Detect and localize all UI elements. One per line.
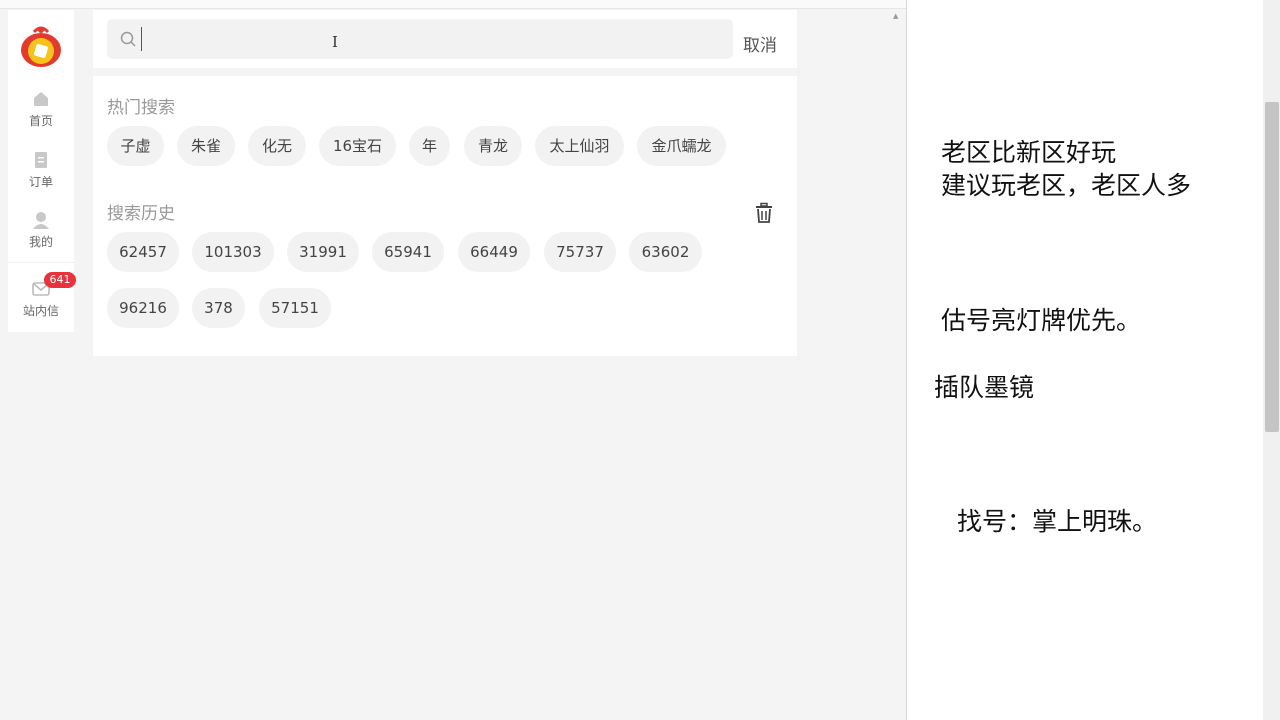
history-item[interactable]: 96216 — [107, 288, 179, 328]
sidebar-item-label: 首页 — [28, 114, 53, 128]
trash-icon[interactable] — [753, 202, 775, 224]
note-line: 老区比新区好玩 — [941, 138, 1117, 167]
note-line: 找号：掌上明珠。 — [957, 507, 1158, 536]
hot-search-title: 热门搜索 — [107, 98, 175, 118]
sidebar-item-home[interactable]: 首页 — [8, 90, 74, 129]
note-line: 估号亮灯牌优先。 — [941, 306, 1142, 335]
sidebar-item-orders[interactable]: 订单 — [8, 151, 74, 190]
history-item[interactable]: 57151 — [259, 288, 331, 328]
hot-tag[interactable]: 16宝石 — [319, 126, 396, 166]
hot-tag[interactable]: 年 — [409, 126, 450, 166]
history-item[interactable]: 378 — [192, 288, 245, 328]
hot-tag[interactable]: 青龙 — [464, 126, 522, 166]
note-line: 建议玩老区，老区人多 — [941, 171, 1192, 200]
hot-tag[interactable]: 子虚 — [107, 126, 164, 166]
sidebar-item-label: 我的 — [28, 235, 53, 249]
search-history-title: 搜索历史 — [107, 204, 175, 224]
history-item[interactable]: 101303 — [192, 232, 274, 272]
search-bar: I 取消 — [93, 10, 797, 68]
cancel-button[interactable]: 取消 — [743, 31, 777, 56]
sidebar-item-label: 订单 — [28, 175, 53, 189]
history-item[interactable]: 65941 — [372, 232, 444, 272]
hot-tag[interactable]: 化无 — [248, 126, 306, 166]
window-top-strip — [0, 0, 906, 9]
notes-pane: 老区比新区好玩 建议玩老区，老区人多 估号亮灯牌优先。 插队墨镜 找号：掌上明珠… — [906, 0, 1280, 720]
hot-tag[interactable]: 朱雀 — [177, 126, 235, 166]
search-box: I — [107, 19, 733, 59]
scroll-up-arrow-icon[interactable]: ▲ — [893, 12, 898, 20]
history-item[interactable]: 31991 — [287, 232, 359, 272]
scrollbar-thumb[interactable] — [1265, 102, 1279, 432]
hot-tag[interactable]: 太上仙羽 — [535, 126, 624, 166]
search-icon — [120, 31, 136, 47]
history-item[interactable]: 62457 — [107, 232, 179, 272]
sidebar-item-messages[interactable]: 641 站内信 — [8, 272, 76, 319]
history-item[interactable]: 66449 — [458, 232, 530, 272]
profile-icon — [33, 212, 49, 229]
search-input[interactable] — [141, 27, 701, 51]
app-pane: ▲ 首页 订单 我的 641 站内信 I 取消 热门搜索 子虚 朱雀 化无 16… — [0, 0, 906, 720]
sidebar-item-label: 站内信 — [22, 304, 59, 318]
history-item[interactable]: 63602 — [629, 232, 702, 272]
hot-tag[interactable]: 金爪蠕龙 — [637, 126, 726, 166]
orders-icon — [35, 152, 47, 168]
app-logo — [21, 26, 61, 67]
sidebar-item-profile[interactable]: 我的 — [8, 211, 74, 250]
sidebar-nav: 首页 订单 我的 641 站内信 — [8, 10, 76, 332]
note-line: 插队墨镜 — [934, 373, 1035, 402]
nav-divider — [8, 262, 74, 263]
text-cursor-icon: I — [332, 33, 338, 51]
search-suggestions-panel: 热门搜索 子虚 朱雀 化无 16宝石 年 青龙 太上仙羽 金爪蠕龙 搜索历史 6… — [93, 76, 797, 356]
unread-count-badge: 641 — [44, 272, 76, 288]
home-icon — [34, 92, 48, 106]
history-item[interactable]: 75737 — [544, 232, 616, 272]
